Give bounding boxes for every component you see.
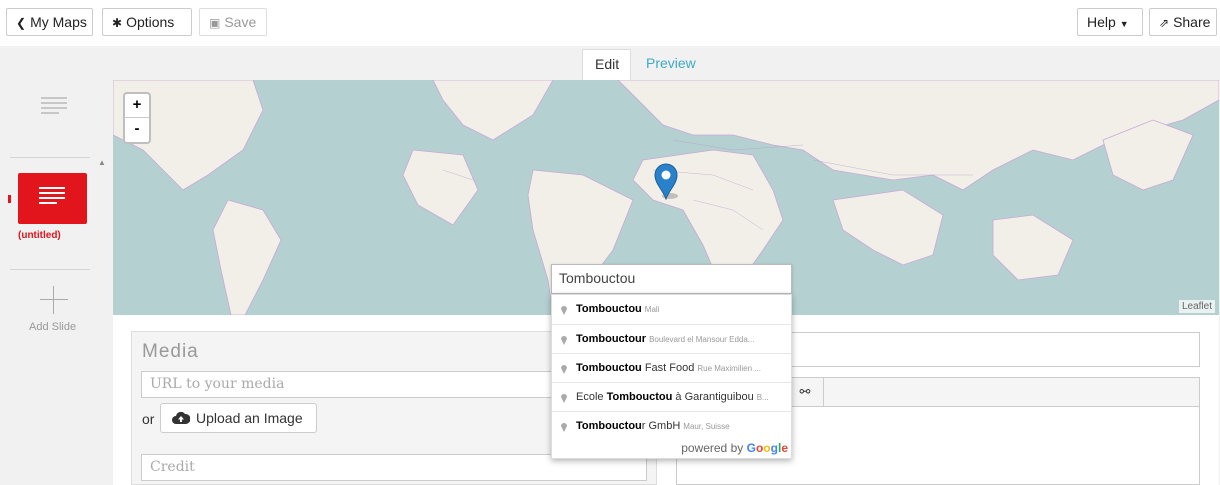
suggestion-item[interactable]: Ecole Tombouctou à Garantiguibou B... bbox=[552, 382, 791, 411]
zoom-control: + - bbox=[123, 92, 151, 144]
sidebar-divider bbox=[10, 157, 90, 158]
tab-preview[interactable]: Preview bbox=[634, 49, 708, 80]
save-label: Save bbox=[224, 14, 257, 30]
map-location-search-input[interactable]: Tombouctou bbox=[551, 264, 792, 294]
caret-down-icon: ▼ bbox=[1119, 19, 1129, 29]
place-pin-icon bbox=[561, 394, 567, 403]
zoom-out-button[interactable]: - bbox=[125, 118, 149, 142]
gear-icon: ✱ bbox=[112, 16, 123, 30]
suggestion-item[interactable]: Tombouctou Mali bbox=[552, 295, 791, 324]
help-button[interactable]: Help ▼ bbox=[1077, 8, 1143, 36]
options-label: Options bbox=[126, 14, 175, 30]
scroll-up-arrow-icon[interactable]: ▲ bbox=[98, 158, 106, 167]
suggestion-item[interactable]: Tombouctour Boulevard el Mansour Edda... bbox=[552, 324, 791, 353]
current-slide-marker bbox=[8, 195, 11, 203]
zoom-in-button[interactable]: + bbox=[125, 94, 149, 118]
my-maps-label: My Maps bbox=[30, 14, 87, 30]
location-suggestions-dropdown: Tombouctou Mali Tombouctour Boulevard el M… bbox=[551, 294, 792, 459]
link-icon[interactable]: ⚯ bbox=[787, 378, 824, 406]
google-logo: Google bbox=[746, 441, 788, 455]
map-marker-icon[interactable] bbox=[653, 162, 679, 200]
floppy-disk-icon: ▣ bbox=[209, 16, 221, 30]
help-label: Help bbox=[1087, 14, 1116, 30]
share-label: Share bbox=[1173, 14, 1211, 30]
place-pin-icon bbox=[561, 336, 567, 345]
save-button[interactable]: ▣ Save bbox=[199, 8, 267, 36]
plus-icon[interactable] bbox=[40, 286, 68, 314]
slide-text-icon bbox=[39, 187, 65, 207]
suggestion-item[interactable]: Tombouctou Fast Food Rue Maximilien ... bbox=[552, 353, 791, 382]
slide-title: (untitled) bbox=[18, 230, 61, 241]
tab-edit[interactable]: Edit bbox=[582, 49, 631, 80]
top-toolbar: ❮ My Maps ✱ Options ▣ Save Help ▼ ⇗ Share bbox=[0, 0, 1220, 46]
slide-thumbnail[interactable] bbox=[18, 173, 87, 224]
share-icon: ⇗ bbox=[1159, 16, 1170, 30]
options-button[interactable]: ✱ Options bbox=[102, 8, 192, 36]
title-slide-icon[interactable] bbox=[41, 97, 67, 117]
media-heading: Media bbox=[142, 341, 199, 362]
powered-by-google: powered by Google bbox=[681, 441, 788, 455]
upload-image-label: Upload an Image bbox=[196, 410, 303, 426]
place-pin-icon bbox=[561, 306, 567, 315]
suggestion-item[interactable]: Tombouctour GmbH Maur, Suisse bbox=[552, 411, 791, 440]
place-pin-icon bbox=[561, 365, 567, 374]
map-attribution[interactable]: Leaflet bbox=[1178, 300, 1215, 313]
add-slide-label[interactable]: Add Slide bbox=[29, 321, 76, 333]
my-maps-button[interactable]: ❮ My Maps bbox=[6, 8, 93, 36]
place-pin-icon bbox=[561, 423, 567, 432]
cloud-upload-icon bbox=[172, 411, 190, 424]
upload-image-button[interactable]: Upload an Image bbox=[160, 403, 317, 433]
chevron-left-icon: ❮ bbox=[16, 16, 27, 30]
share-button[interactable]: ⇗ Share bbox=[1149, 8, 1217, 36]
or-label: or bbox=[142, 411, 155, 427]
sidebar-divider bbox=[10, 269, 90, 270]
